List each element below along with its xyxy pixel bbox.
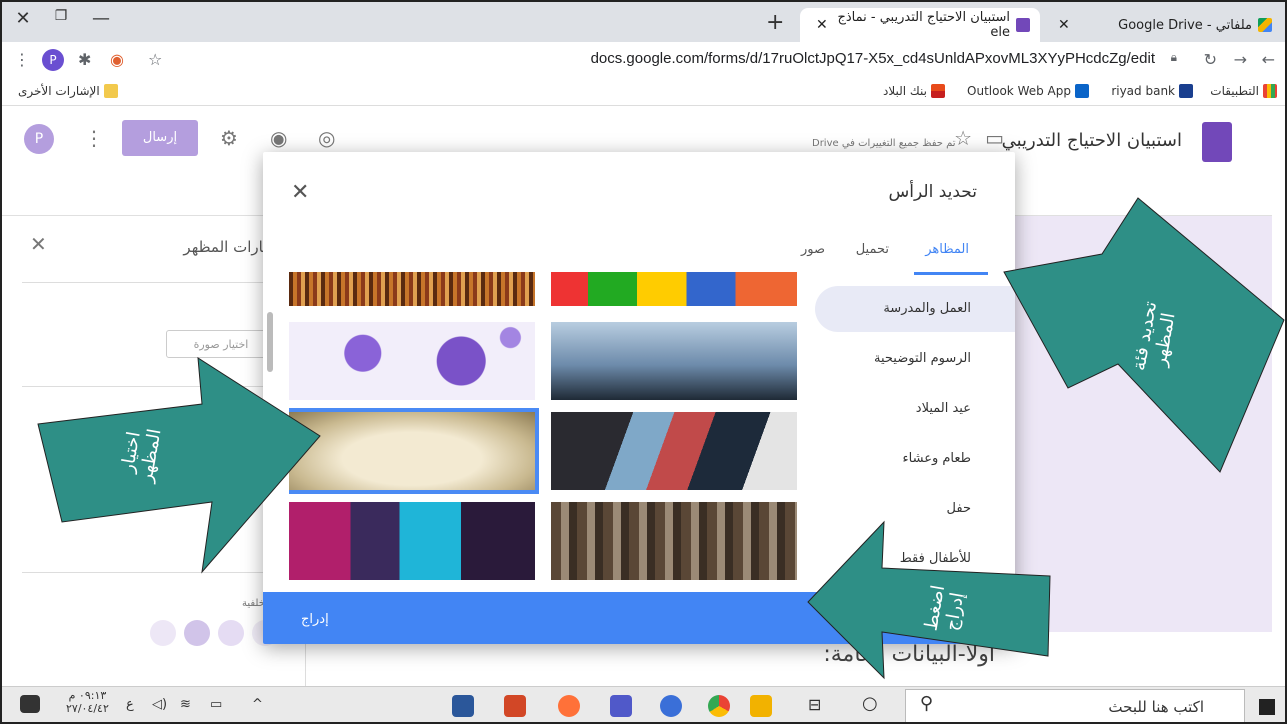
cortana-icon[interactable]: ○ <box>862 693 878 714</box>
screen: ✕ ❐ — + استبيان الاحتياج التدريبي - نماذ… <box>0 0 1287 724</box>
input-language[interactable]: ع <box>126 697 134 712</box>
chrome-icon[interactable] <box>708 695 730 717</box>
app-icon[interactable] <box>660 695 682 717</box>
date: ٢٧/٠٤/٤٢ <box>66 702 109 715</box>
powerpoint-icon[interactable] <box>504 695 526 717</box>
arrow-choose-theme <box>37 357 321 574</box>
clock[interactable]: ٠٩:١٣ م ٢٧/٠٤/٤٢ <box>66 689 109 715</box>
battery-icon[interactable]: ▭ <box>210 697 222 712</box>
notifications-icon[interactable] <box>20 695 40 713</box>
task-view-icon[interactable]: ⊟ <box>808 695 821 714</box>
teams-icon[interactable] <box>610 695 632 717</box>
volume-icon[interactable]: ◁) <box>152 697 167 712</box>
word-icon[interactable] <box>452 695 474 717</box>
wifi-icon[interactable]: ≋ <box>180 697 191 712</box>
file-explorer-icon[interactable] <box>750 695 772 717</box>
time: ٠٩:١٣ م <box>68 689 107 702</box>
windows-taskbar: اكتب هنا للبحث ⚲ ○ ⊟ ^ ▭ ≋ ◁) ع ٠٩:١٣ م … <box>2 686 1285 722</box>
firefox-icon[interactable] <box>558 695 580 717</box>
chevron-up-icon[interactable]: ^ <box>252 697 263 712</box>
search-icon: ⚲ <box>919 693 933 714</box>
windows-start-icon[interactable] <box>1259 699 1275 715</box>
annotation-arrows <box>37 197 1285 680</box>
taskbar-search[interactable]: اكتب هنا للبحث <box>905 689 1245 722</box>
